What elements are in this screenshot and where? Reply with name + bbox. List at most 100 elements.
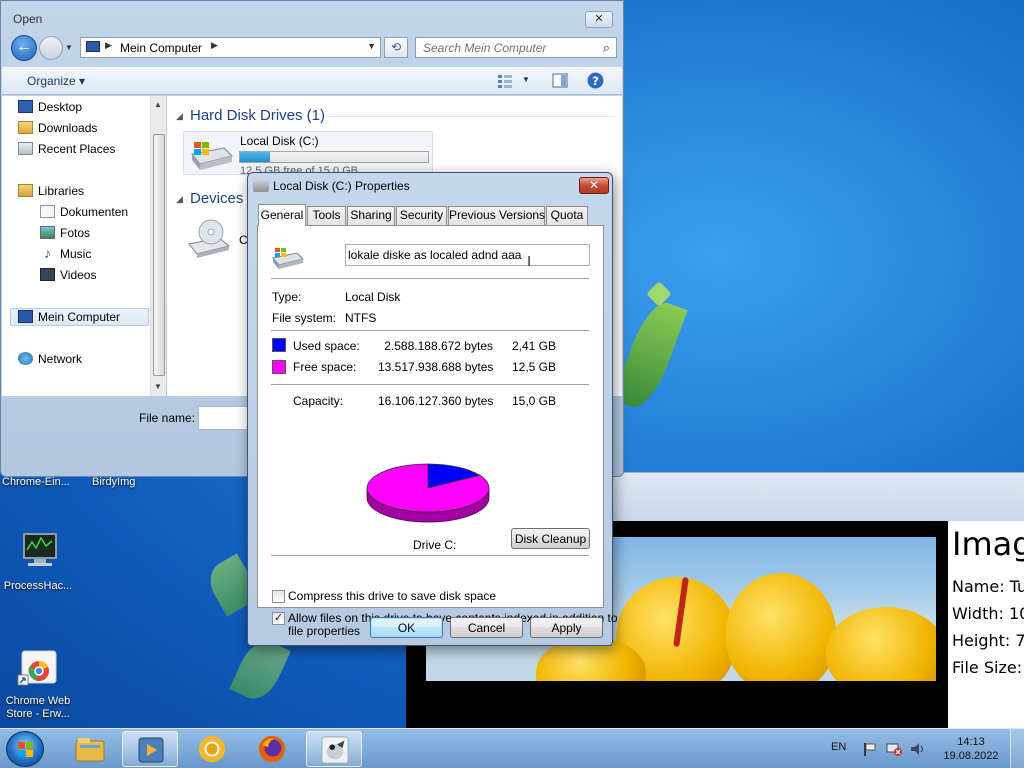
divider — [271, 384, 589, 385]
view-dropdown-icon[interactable]: ▼ — [522, 75, 530, 84]
windows-logo-icon — [18, 742, 33, 757]
address-text[interactable]: Mein Computer — [120, 41, 202, 55]
nav-item-network[interactable]: Network — [18, 350, 82, 368]
view-options-icon[interactable] — [497, 73, 513, 88]
compress-drive-label[interactable]: Compress this drive to save disk space — [288, 589, 496, 603]
media-player-icon — [138, 737, 164, 763]
network-disconnected-icon[interactable] — [886, 742, 902, 756]
scroll-down-icon[interactable]: ▼ — [154, 382, 162, 391]
refresh-button[interactable]: ⟲ — [384, 37, 408, 58]
search-box[interactable]: ⌕ — [415, 37, 617, 58]
drive-tile-local-disk-c[interactable]: Local Disk (C:) 12,5 GB free of 15,0 GB — [183, 131, 433, 177]
nav-item-label: Recent Places — [38, 142, 116, 156]
tab-quota[interactable]: Quota — [546, 206, 588, 225]
desktop-icon-processhacker[interactable]: ProcessHac... — [0, 532, 76, 593]
desktop-icon-chrome-web-store[interactable]: Chrome Web Store - Erw... — [0, 634, 76, 728]
search-icon[interactable]: ⌕ — [603, 40, 610, 56]
volume-speaker-icon[interactable] — [910, 742, 926, 756]
nav-item-downloads[interactable]: Downloads — [18, 119, 97, 137]
desktop-icon — [18, 100, 33, 113]
compress-drive-checkbox[interactable] — [272, 590, 285, 603]
nav-item-fotos[interactable]: Fotos — [40, 224, 90, 242]
nav-pane-scrollbar[interactable]: ▲ ▼ — [150, 96, 166, 396]
hard-drive-icon — [272, 248, 304, 269]
capacity-gb: 15,0 GB — [511, 394, 556, 408]
volume-label-input[interactable] — [345, 244, 590, 266]
tab-previous-versions[interactable]: Previous Versions — [448, 206, 545, 225]
nav-item-videos[interactable]: Videos — [40, 266, 96, 284]
cancel-button[interactable]: Cancel — [450, 617, 523, 638]
tab-tools[interactable]: Tools — [307, 206, 346, 225]
group-header-hard-disk-drives[interactable]: Hard Disk Drives (1) — [190, 107, 325, 124]
ok-button[interactable]: OK — [370, 617, 443, 638]
drive-usage-fill — [240, 152, 271, 162]
free-space-label: Free space: — [293, 360, 357, 374]
text-cursor-icon: I — [527, 253, 532, 270]
scroll-thumb[interactable] — [153, 134, 165, 376]
image-file-size: File Size: — [952, 658, 1023, 677]
show-desktop-button[interactable] — [1010, 729, 1024, 768]
nav-item-libraries[interactable]: Libraries — [18, 182, 85, 200]
desktop-icon-label[interactable]: BirdyImg — [92, 476, 135, 488]
pictures-icon — [40, 226, 55, 239]
nav-item-music[interactable]: ♪ Music — [44, 245, 91, 263]
taskbar-image-viewer[interactable] — [306, 731, 362, 767]
forward-button[interactable] — [39, 36, 63, 60]
breadcrumb-arrow-icon[interactable]: ▶ — [211, 40, 218, 51]
apply-button[interactable]: Apply — [530, 617, 603, 638]
back-button[interactable]: ← — [11, 35, 37, 61]
input-language-indicator[interactable]: EN — [831, 741, 846, 753]
collapse-group-icon[interactable]: ◢ — [176, 194, 183, 205]
taskbar-firefox[interactable] — [244, 731, 300, 767]
organize-button[interactable]: Organize ▾ — [27, 74, 85, 88]
help-icon[interactable]: ? — [587, 72, 604, 89]
tab-general[interactable]: General — [258, 204, 306, 226]
libraries-icon — [18, 184, 33, 197]
open-dialog-title: Open — [13, 12, 43, 26]
nav-item-recent-places[interactable]: Recent Places — [18, 140, 116, 158]
nav-item-label: Libraries — [38, 184, 85, 198]
start-button[interactable] — [6, 731, 44, 767]
file-system-label: File system: — [272, 311, 337, 325]
chrome-icon — [198, 735, 226, 763]
tab-sharing[interactable]: Sharing — [347, 206, 395, 225]
nav-item-mein-computer[interactable]: Mein Computer — [18, 308, 121, 326]
documents-icon — [40, 205, 55, 218]
folder-icon — [75, 738, 105, 762]
taskbar-media-player[interactable] — [122, 731, 178, 767]
nav-item-label: Mein Computer — [38, 310, 121, 324]
open-dialog-close-button[interactable]: ✕ — [585, 11, 613, 28]
nav-item-desktop[interactable]: Desktop — [18, 98, 82, 116]
action-center-flag-icon[interactable] — [862, 742, 878, 756]
scroll-up-icon[interactable]: ▲ — [154, 100, 162, 109]
used-space-gb: 2,41 GB — [511, 339, 556, 353]
disk-cleanup-button[interactable]: Disk Cleanup — [511, 528, 590, 549]
address-dropdown-icon[interactable]: ▼ — [367, 41, 376, 51]
allow-indexing-label-cont[interactable]: file properties — [288, 624, 360, 638]
nav-item-dokumenten[interactable]: Dokumenten — [40, 203, 128, 221]
allow-indexing-checkbox[interactable]: ✓ — [272, 612, 285, 625]
collapse-group-icon[interactable]: ◢ — [176, 111, 183, 122]
recent-pages-dropdown[interactable]: ▼ — [65, 43, 73, 52]
desktop-icon-label[interactable]: Chrome-Ein... — [2, 476, 70, 488]
refresh-icon: ⟲ — [390, 40, 402, 54]
taskbar-explorer[interactable] — [62, 731, 118, 767]
properties-dialog-title: Local Disk (C:) Properties — [273, 179, 410, 193]
drive-caption: Drive C: — [413, 538, 457, 552]
system-clock[interactable]: 14:13 19.08.2022 — [940, 735, 1002, 763]
capacity-label: Capacity: — [293, 394, 344, 408]
taskbar-chrome[interactable] — [184, 731, 240, 767]
breadcrumb-arrow-icon[interactable]: ▶ — [105, 40, 112, 51]
drive-small-icon — [253, 179, 269, 192]
address-bar[interactable]: ▶ Mein Computer ▶ ▼ — [80, 37, 381, 58]
pie-top — [366, 463, 490, 513]
navigation-pane[interactable]: Desktop Downloads Recent Places Librarie… — [2, 96, 166, 396]
type-value: Local Disk — [345, 290, 401, 304]
clock-time: 14:13 — [957, 736, 985, 748]
preview-pane-icon[interactable] — [552, 73, 568, 88]
local-disk-properties-dialog[interactable]: Local Disk (C:) Properties ✕ General Too… — [247, 172, 618, 646]
search-input[interactable] — [416, 38, 591, 57]
image-viewer-icon — [321, 736, 349, 764]
properties-close-button[interactable]: ✕ — [579, 177, 609, 194]
tab-security[interactable]: Security — [396, 206, 447, 225]
